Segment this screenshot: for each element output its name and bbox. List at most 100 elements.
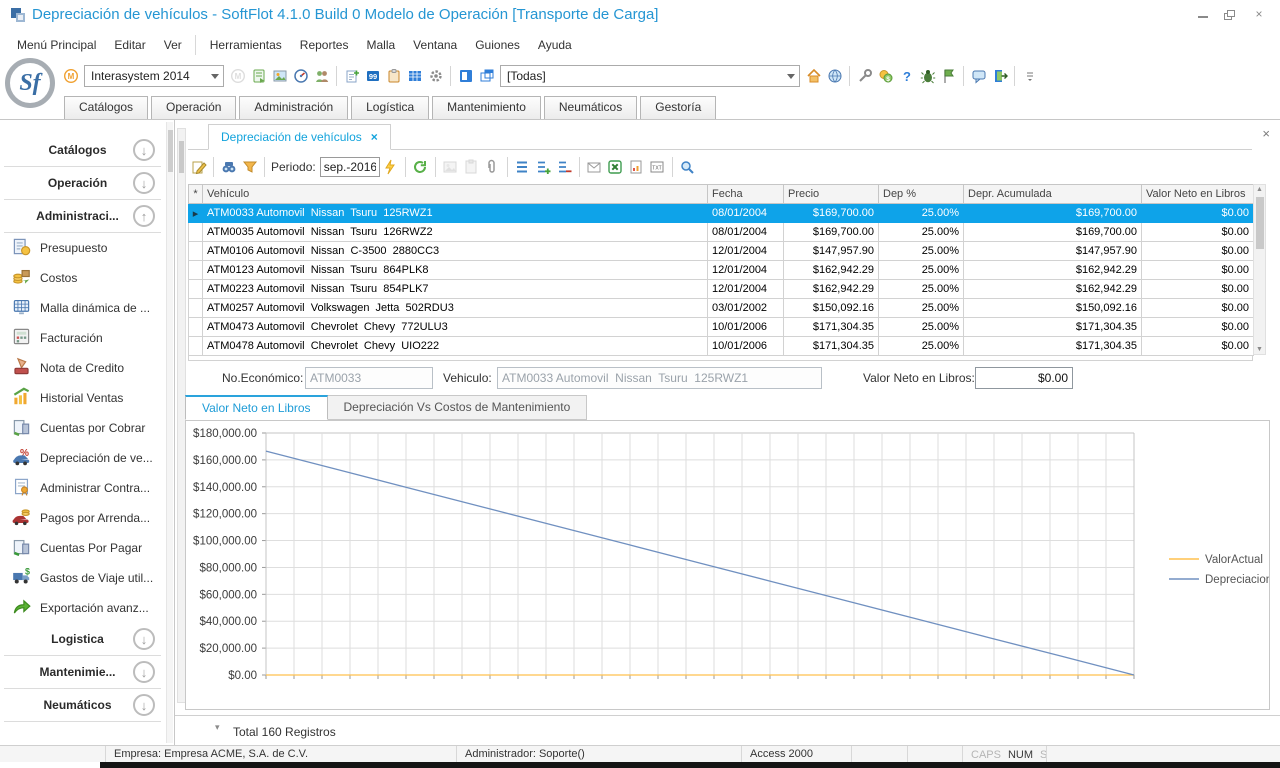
tools-search-icon[interactable] xyxy=(855,67,874,86)
paperclip-icon[interactable] xyxy=(483,158,502,177)
globe-icon[interactable] xyxy=(825,67,844,86)
sidebar-item-cuentas-por-cobrar[interactable]: Cuentas por Cobrar xyxy=(0,413,165,443)
column-header-dep[interactable]: Dep % xyxy=(879,185,964,204)
cell-valor_neto[interactable]: $0.00 xyxy=(1142,261,1254,280)
feedback-icon[interactable] xyxy=(969,67,988,86)
sidebar-item-depreciacion-de-ve[interactable]: %Depreciación de ve... xyxy=(0,443,165,473)
gauge-icon[interactable] xyxy=(291,67,310,86)
sidebar-section-mantenimie[interactable]: Mantenimie...↓ xyxy=(4,656,161,689)
cell-vehiculo[interactable]: ATM0473 Automovil Chevrolet Chevy 772ULU… xyxy=(203,318,708,337)
cell-fecha[interactable]: 12/01/2004 xyxy=(708,280,784,299)
workspace-close-icon[interactable]: × xyxy=(1262,128,1270,140)
expand-arrow-icon[interactable]: ↓ xyxy=(133,661,155,683)
cell-depr_acum[interactable]: $169,700.00 xyxy=(964,223,1142,242)
cell-precio[interactable]: $169,700.00 xyxy=(784,204,879,223)
cell-valor_neto[interactable]: $0.00 xyxy=(1142,204,1254,223)
panel-icon[interactable] xyxy=(456,67,475,86)
scrollbar-thumb[interactable] xyxy=(168,130,173,172)
cell-fecha[interactable]: 10/01/2006 xyxy=(708,318,784,337)
scroll-down-icon[interactable]: ▼ xyxy=(1254,346,1265,353)
table-row[interactable]: ATM0257 Automovil Volkswagen Jetta 502RD… xyxy=(189,299,1254,318)
vehiculo-field[interactable] xyxy=(497,367,822,389)
chart-tab-valor-neto-en-libros[interactable]: Valor Neto en Libros xyxy=(185,395,328,420)
cell-dep[interactable]: 25.00% xyxy=(879,204,964,223)
sidebar-item-administrar-contra[interactable]: Administrar Contra... xyxy=(0,473,165,503)
cell-precio[interactable]: $162,942.29 xyxy=(784,261,879,280)
sidebar-item-pagos-por-arrenda[interactable]: Pagos por Arrenda... xyxy=(0,503,165,533)
cell-valor_neto[interactable]: $0.00 xyxy=(1142,280,1254,299)
grid-icon[interactable] xyxy=(405,67,424,86)
cell-valor_neto[interactable]: $0.00 xyxy=(1142,318,1254,337)
sidebar-item-nota-de-credito[interactable]: Nota de Credito xyxy=(0,353,165,383)
home-icon[interactable] xyxy=(804,67,823,86)
cell-vehiculo[interactable]: ATM0035 Automovil Nissan Tsuru 126RWZ2 xyxy=(203,223,708,242)
column-header-fecha[interactable]: Fecha xyxy=(708,185,784,204)
cell-dep[interactable]: 25.00% xyxy=(879,223,964,242)
ribbon-tab-logistica[interactable]: Logística xyxy=(351,96,429,119)
txt-export-icon[interactable]: TXT xyxy=(648,158,667,177)
menu-item-ventana[interactable]: Ventana xyxy=(404,35,466,55)
cell-vehiculo[interactable]: ATM0123 Automovil Nissan Tsuru 864PLK8 xyxy=(203,261,708,280)
sidebar-item-costos[interactable]: Costos xyxy=(0,263,165,293)
image-gray-icon[interactable] xyxy=(441,158,460,177)
column-header-depr-acumulada[interactable]: Depr. Acumulada xyxy=(964,185,1142,204)
table-row[interactable]: ATM0106 Automovil Nissan C-3500 2880CC31… xyxy=(189,242,1254,261)
excel-export-icon[interactable] xyxy=(606,158,625,177)
sidebar-section-administraci[interactable]: Administraci...↑ xyxy=(4,200,161,233)
sidebar-item-facturacion[interactable]: Facturación xyxy=(0,323,165,353)
cell-dep[interactable]: 25.00% xyxy=(879,299,964,318)
sidebar-item-exportacion-avanz[interactable]: Exportación avanz... xyxy=(0,593,165,623)
ribbon-tab-neumaticos[interactable]: Neumáticos xyxy=(544,96,637,119)
cell-vehiculo[interactable]: ATM0223 Automovil Nissan Tsuru 854PLK7 xyxy=(203,280,708,299)
expand-arrow-icon[interactable]: ↓ xyxy=(133,628,155,650)
cell-valor_neto[interactable]: $0.00 xyxy=(1142,223,1254,242)
database-icon[interactable] xyxy=(249,67,268,86)
cell-dep[interactable]: 25.00% xyxy=(879,337,964,356)
table-row[interactable]: ATM0473 Automovil Chevrolet Chevy 772ULU… xyxy=(189,318,1254,337)
menu-item-ayuda[interactable]: Ayuda xyxy=(529,35,581,55)
filter-funnel-icon[interactable] xyxy=(240,158,259,177)
valor-neto-field[interactable] xyxy=(975,367,1073,389)
tree-remove-icon[interactable] xyxy=(555,158,574,177)
filter-combobox[interactable]: [Todas] xyxy=(500,65,800,87)
column-header-precio[interactable]: Precio xyxy=(784,185,879,204)
restore-button[interactable] xyxy=(1220,8,1242,22)
email-icon[interactable] xyxy=(585,158,604,177)
close-button[interactable]: × xyxy=(1248,8,1270,22)
table-row[interactable]: ATM0035 Automovil Nissan Tsuru 126RWZ208… xyxy=(189,223,1254,242)
table-row[interactable]: ATM0223 Automovil Nissan Tsuru 854PLK712… xyxy=(189,280,1254,299)
economico-field[interactable] xyxy=(305,367,433,389)
cell-precio[interactable]: $169,700.00 xyxy=(784,223,879,242)
sidebar-section-neumaticos[interactable]: Neumáticos↓ xyxy=(4,689,161,722)
sidebar-item-gastos-de-viaje-util[interactable]: $Gastos de Viaje util... xyxy=(0,563,165,593)
table-row[interactable]: ATM0478 Automovil Chevrolet Chevy UIO222… xyxy=(189,337,1254,356)
sidebar-item-historial-ventas[interactable]: Historial Ventas xyxy=(0,383,165,413)
ribbon-tab-operacion[interactable]: Operación xyxy=(151,96,236,119)
sidebar-section-operacion[interactable]: Operación↓ xyxy=(4,167,161,200)
cell-dep[interactable]: 25.00% xyxy=(879,261,964,280)
help-icon[interactable]: ? xyxy=(897,67,916,86)
cell-precio[interactable]: $147,957.90 xyxy=(784,242,879,261)
periodo-input[interactable] xyxy=(320,157,380,177)
table-row[interactable]: ▸ATM0033 Automovil Nissan Tsuru 125RWZ10… xyxy=(189,204,1254,223)
sidebar-item-presupuesto[interactable]: Presupuesto xyxy=(0,233,165,263)
gear-icon[interactable] xyxy=(426,67,445,86)
cell-fecha[interactable]: 08/01/2004 xyxy=(708,204,784,223)
ribbon-tab-administracion[interactable]: Administración xyxy=(239,96,348,119)
cell-fecha[interactable]: 08/01/2004 xyxy=(708,223,784,242)
tree-view-icon[interactable] xyxy=(513,158,532,177)
sidebar-section-catalogos[interactable]: Catálogos↓ xyxy=(4,134,161,167)
cell-dep[interactable]: 25.00% xyxy=(879,280,964,299)
tree-add-icon[interactable] xyxy=(534,158,553,177)
print-preview-icon[interactable] xyxy=(678,158,697,177)
minimize-button[interactable] xyxy=(1192,8,1214,22)
image-icon[interactable] xyxy=(270,67,289,86)
cell-depr_acum[interactable]: $150,092.16 xyxy=(964,299,1142,318)
ribbon-tab-gestoria[interactable]: Gestoría xyxy=(640,96,716,119)
expand-arrow-icon[interactable]: ↓ xyxy=(133,694,155,716)
tab-depreciacion-de-vehiculos[interactable]: Depreciación de vehículos × xyxy=(208,124,391,150)
sidebar-item-cuentas-por-pagar[interactable]: Cuentas Por Pagar xyxy=(0,533,165,563)
cell-depr_acum[interactable]: $171,304.35 xyxy=(964,337,1142,356)
edit-icon[interactable] xyxy=(189,158,208,177)
lightning-icon[interactable] xyxy=(381,158,400,177)
